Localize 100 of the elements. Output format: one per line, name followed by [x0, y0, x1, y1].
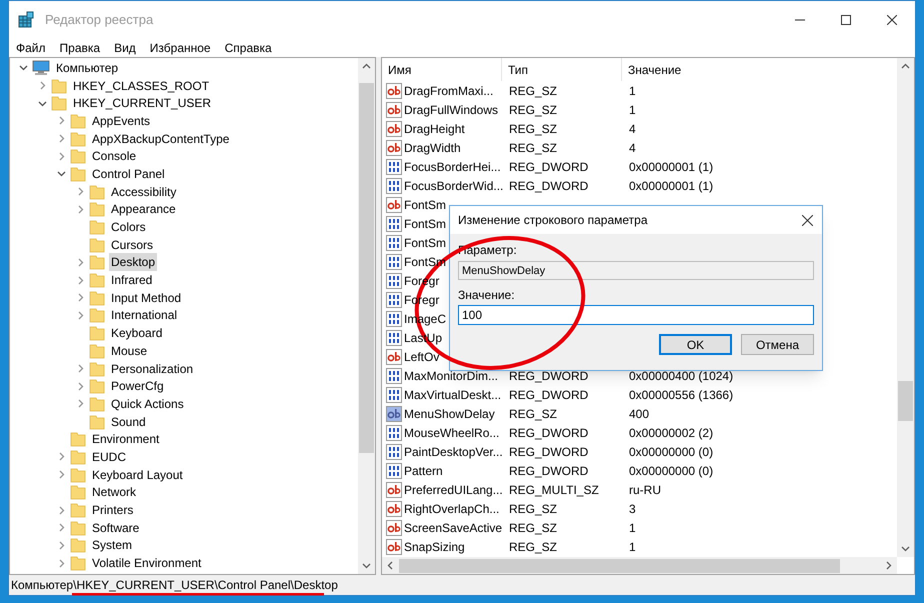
binary-value-icon — [386, 216, 402, 232]
value-name[interactable]: DragWidth — [404, 138, 461, 156]
tree-item[interactable]: EUDC — [90, 448, 128, 466]
value-name[interactable]: Pattern — [404, 462, 443, 480]
value-name[interactable]: MouseWheelRo... — [404, 424, 500, 442]
tree-item[interactable]: Printers — [90, 501, 136, 520]
column-header[interactable]: Тип — [502, 58, 622, 81]
computer-icon — [32, 60, 50, 76]
data-cell: 0x00000000 (0) — [629, 464, 714, 478]
maximize-icon — [841, 15, 851, 25]
tree-item[interactable]: Personalization — [109, 360, 196, 378]
data-cell: 4 — [629, 122, 636, 136]
vertical-scrollbar[interactable] — [358, 58, 375, 574]
menu-item[interactable]: Файл — [16, 39, 46, 57]
tree-item[interactable]: Console — [90, 147, 138, 166]
chevron-down-icon[interactable] — [56, 169, 66, 178]
value-name[interactable]: ScreenSaveActive — [404, 518, 502, 536]
tree-item[interactable]: HKEY_CURRENT_USER — [71, 94, 214, 112]
tree-item[interactable]: Software — [90, 518, 142, 537]
scroll-up-icon[interactable] — [901, 62, 910, 71]
horizontal-scrollbar[interactable] — [382, 557, 897, 574]
tree-item[interactable]: Environment — [90, 430, 162, 448]
chevron-down-icon[interactable] — [18, 63, 28, 72]
tree-item[interactable]: Cursors — [109, 236, 156, 254]
tree-item[interactable]: PowerCfg — [109, 377, 166, 396]
tree-item[interactable]: Volatile Environment — [90, 554, 204, 572]
value-name[interactable]: PaintDesktopVer... — [404, 442, 503, 460]
tree-item[interactable]: Mouse — [109, 342, 150, 360]
value-name[interactable]: MaxVirtualDeskt... — [404, 386, 502, 404]
chevron-right-icon[interactable] — [38, 81, 46, 90]
tree-item[interactable]: Desktop — [109, 253, 158, 272]
type-cell: REG_SZ — [509, 140, 558, 154]
field-label: Значение: — [458, 288, 516, 302]
tree-item[interactable]: Quick Actions — [109, 394, 186, 413]
value-name[interactable]: FocusBorderHei... — [404, 158, 501, 176]
value-name[interactable]: FontSm — [404, 196, 446, 214]
tree-item[interactable]: AppXBackupContentType — [90, 130, 232, 148]
value-name[interactable]: DragFromMaxi... — [404, 82, 494, 100]
data-cell: 0x00000001 (1) — [629, 178, 714, 192]
vertical-scrollbar[interactable] — [897, 58, 914, 557]
folder-icon — [70, 431, 86, 448]
tree-item[interactable]: System — [90, 536, 134, 554]
scroll-down-icon[interactable] — [901, 544, 910, 553]
column-header[interactable]: Значение — [622, 58, 897, 81]
scroll-thumb[interactable] — [399, 558, 840, 572]
value-name[interactable]: FontSm — [404, 234, 446, 252]
value-name[interactable]: FocusBorderWid... — [404, 176, 504, 194]
tree-item[interactable]: Control Panel — [90, 164, 167, 183]
tree-item[interactable]: Input Method — [109, 288, 184, 307]
folder-icon — [89, 342, 105, 359]
folder-icon — [70, 130, 86, 147]
value-name[interactable]: PreferredUILang... — [404, 480, 503, 498]
value-name[interactable]: RightOverlapCh... — [404, 500, 500, 518]
folder-icon — [89, 272, 105, 288]
menu-item[interactable]: Справка — [224, 39, 272, 57]
folder-icon — [89, 378, 105, 394]
type-cell: REG_SZ — [509, 540, 558, 554]
menu-item[interactable]: Вид — [114, 39, 136, 57]
value-name[interactable]: SnapSizing — [404, 538, 465, 556]
tree-item[interactable]: Keyboard Layout — [90, 466, 185, 484]
value-field[interactable]: 100 — [458, 305, 814, 325]
type-cell: REG_DWORD — [509, 444, 588, 458]
tree-item[interactable]: Keyboard — [109, 324, 164, 342]
menu-item[interactable]: Правка — [60, 39, 100, 57]
column-header[interactable]: Имя — [382, 58, 502, 81]
string-value-icon — [386, 140, 402, 156]
tree-item[interactable]: International — [109, 306, 180, 324]
scroll-up-icon[interactable] — [362, 62, 371, 71]
value-name[interactable]: FontSm — [404, 214, 446, 232]
tree-item[interactable]: Accessibility — [109, 182, 178, 201]
menu-item[interactable]: Избранное — [150, 39, 211, 57]
tree-item[interactable]: Sound — [109, 412, 148, 431]
scroll-right-icon[interactable] — [884, 561, 893, 570]
folder-icon — [70, 484, 86, 500]
close-icon — [802, 214, 812, 226]
chevron-down-icon[interactable] — [38, 98, 46, 108]
tree-item[interactable]: Appearance — [109, 200, 178, 218]
folder-icon — [70, 502, 86, 518]
scroll-down-icon[interactable] — [362, 561, 371, 570]
tree-item[interactable]: AppEvents — [90, 112, 152, 130]
tree-item[interactable]: Network — [90, 483, 138, 502]
value-name[interactable]: MaxMonitorDim... — [404, 366, 498, 384]
scroll-thumb[interactable] — [359, 83, 374, 453]
scroll-left-icon[interactable] — [386, 561, 395, 570]
tree-item[interactable]: HKEY_CLASSES_ROOT — [71, 76, 212, 95]
value-name[interactable]: DragFullWindows — [404, 100, 498, 118]
dialog-button[interactable]: Отмена — [741, 334, 814, 355]
data-cell: 0x00000001 (1) — [629, 160, 714, 174]
tree-item[interactable]: Infrared — [109, 271, 154, 290]
scroll-thumb[interactable] — [898, 381, 913, 421]
type-cell: REG_DWORD — [509, 426, 588, 440]
parameter-name-field[interactable]: MenuShowDelay — [458, 261, 814, 280]
value-name[interactable]: DragHeight — [404, 120, 465, 138]
tree-item[interactable]: Colors — [109, 218, 148, 236]
value-name[interactable]: LeftOv — [404, 348, 440, 366]
data-cell: 0x00000556 (1366) — [629, 388, 734, 402]
tree-item[interactable]: Компьютер — [54, 58, 120, 77]
value-name[interactable]: MenuShowDelay — [404, 404, 495, 422]
string-value-icon — [386, 348, 402, 364]
dialog-button[interactable]: OK — [659, 334, 732, 355]
